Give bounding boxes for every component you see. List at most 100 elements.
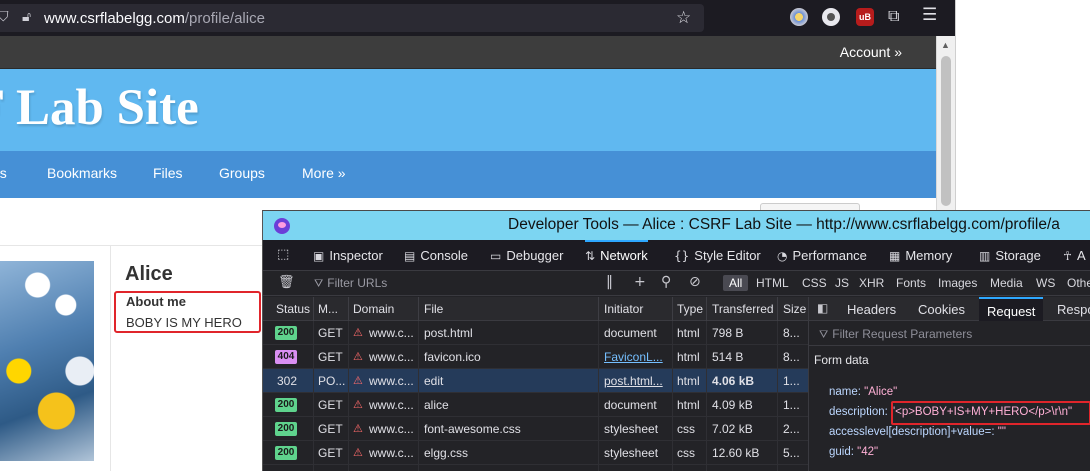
request-initiator: document xyxy=(604,398,657,412)
tab-cookies[interactable]: Cookies xyxy=(918,302,965,317)
tab-performance[interactable]: ◔ Performance xyxy=(777,240,867,271)
shield-icon[interactable]: ⛉ xyxy=(0,9,9,25)
request-type: html xyxy=(677,398,700,412)
nav-item-files[interactable]: Files xyxy=(153,165,183,181)
column-file[interactable]: File xyxy=(424,302,594,316)
url-text[interactable]: www.csrflabelgg.com/profile/alice xyxy=(44,10,265,27)
site-title[interactable]: F Lab Site xyxy=(0,79,199,137)
column-transferred[interactable]: Transferred xyxy=(712,302,778,316)
request-domain: www.c... xyxy=(369,398,414,412)
extensions-puzzle-icon[interactable]: ⧉ xyxy=(888,6,906,25)
tab-inspector[interactable]: ▣ Inspector xyxy=(313,240,383,271)
type-filter-js[interactable]: JS xyxy=(835,276,849,290)
table-row-selected[interactable]: 302 PO... ⚠︎ www.c... edit post.html... … xyxy=(263,369,808,393)
devtools-window: Developer Tools — Alice : CSRF Lab Site … xyxy=(262,210,1090,471)
search-icon[interactable]: ⚲ xyxy=(661,274,671,290)
tab-memory[interactable]: ▦ Memory xyxy=(889,240,952,271)
request-initiator-link[interactable]: post.html... xyxy=(604,374,670,388)
column-initiator[interactable]: Initiator xyxy=(604,302,672,316)
type-filter-all[interactable]: All xyxy=(723,275,749,291)
devtools-titlebar[interactable]: Developer Tools — Alice : CSRF Lab Site … xyxy=(263,211,1090,240)
tab-style-editor[interactable]: {} Style Editor xyxy=(674,240,761,271)
request-method: GET xyxy=(318,398,343,412)
type-filter-other[interactable]: Othe xyxy=(1067,276,1090,290)
request-domain: www.c... xyxy=(369,326,414,340)
inspector-icon: ▣ xyxy=(313,249,325,263)
element-picker-icon[interactable]: ⬚ xyxy=(277,247,289,262)
request-transferred: 12.60 kB xyxy=(712,446,760,460)
record-icon[interactable] xyxy=(822,8,840,26)
about-me-highlight: About me BOBY IS MY HERO xyxy=(114,291,261,333)
type-filter-xhr[interactable]: XHR xyxy=(859,276,884,290)
address-bar[interactable]: ⛉ 🔓︎ www.csrflabelgg.com/profile/alice ☆ xyxy=(0,4,704,32)
status-badge: 302 xyxy=(277,374,298,388)
request-transferred: 4.06 kB xyxy=(712,374,755,388)
form-field-guid[interactable]: guid: "42" xyxy=(829,446,878,458)
page-scrollbar[interactable]: ▲ xyxy=(936,36,955,210)
request-type: css xyxy=(677,422,695,436)
browser-toolbar: ⛉ 🔓︎ www.csrflabelgg.com/profile/alice ☆… xyxy=(0,0,955,36)
nav-item-groups[interactable]: Groups xyxy=(219,165,265,181)
tab-headers[interactable]: Headers xyxy=(847,302,896,317)
scroll-up-icon[interactable]: ▲ xyxy=(941,40,950,50)
column-method[interactable]: M... xyxy=(318,302,346,316)
nav-item-blogs[interactable]: gs xyxy=(0,165,7,181)
lock-icon[interactable]: 🔓︎ xyxy=(22,9,31,25)
type-filter-ws[interactable]: WS xyxy=(1036,276,1055,290)
divider xyxy=(110,246,111,471)
form-field-name[interactable]: name: "Alice" xyxy=(829,386,897,398)
scroll-thumb[interactable] xyxy=(941,56,951,206)
request-domain: www.c... xyxy=(369,350,414,364)
request-type: html xyxy=(677,350,700,364)
table-row[interactable]: 200 GET ⚠︎ www.c... font-awesome.css sty… xyxy=(263,417,808,441)
request-domain: www.c... xyxy=(369,422,414,436)
filter-request-parameters-input[interactable]: ⛛ Filter Request Parameters xyxy=(809,321,1090,346)
insecure-icon: ⚠︎ xyxy=(353,446,363,459)
style-editor-icon: {} xyxy=(674,249,690,263)
request-initiator: stylesheet xyxy=(604,422,659,436)
trash-icon[interactable]: 🗑︎ xyxy=(278,275,295,290)
block-icon[interactable]: ⊘ xyxy=(689,274,701,290)
account-link[interactable]: Account » xyxy=(840,44,902,60)
tab-request[interactable]: Request xyxy=(979,297,1044,321)
type-filter-images[interactable]: Images xyxy=(938,276,977,290)
table-row[interactable]: 200 GET ⚠︎ www.c... post.html document h… xyxy=(263,321,808,345)
filter-urls-input[interactable]: ⛛ Filter URLs xyxy=(314,276,387,291)
request-size: 1... xyxy=(783,398,800,412)
type-filter-media[interactable]: Media xyxy=(990,276,1023,290)
extension-icon[interactable] xyxy=(790,8,808,26)
request-initiator-link[interactable]: FaviconL... xyxy=(604,350,670,364)
nav-item-more[interactable]: More » xyxy=(302,165,346,181)
tab-storage[interactable]: ▥ Storage xyxy=(979,240,1041,271)
about-me-label: About me xyxy=(126,294,186,309)
accessibility-icon: ☥ xyxy=(1063,249,1072,263)
table-row[interactable]: 404 GET ⚠︎ www.c... favicon.ico FaviconL… xyxy=(263,345,808,369)
column-domain[interactable]: Domain xyxy=(353,302,413,316)
form-field-accesslevel[interactable]: accesslevel[description]+value=: "" xyxy=(829,426,1006,438)
hamburger-menu-icon[interactable]: ☰ xyxy=(922,5,940,25)
tab-response[interactable]: Respo xyxy=(1057,302,1090,317)
table-row[interactable]: 200 GET ⚠︎ www.c... elgg.css stylesheet … xyxy=(263,441,808,465)
avatar[interactable] xyxy=(0,261,94,461)
request-method: PO... xyxy=(318,374,346,388)
ublock-icon[interactable]: uB xyxy=(856,8,874,26)
request-file: elgg.css xyxy=(424,446,469,460)
column-type[interactable]: Type xyxy=(677,302,707,316)
tab-accessibility[interactable]: ☥ A xyxy=(1063,240,1086,271)
nav-item-bookmarks[interactable]: Bookmarks xyxy=(47,165,117,181)
toggle-panel-icon[interactable]: ◧ xyxy=(817,301,828,315)
status-badge: 200 xyxy=(275,422,297,436)
add-icon[interactable]: + xyxy=(634,274,646,290)
bookmark-star-icon[interactable]: ☆ xyxy=(676,8,691,28)
pause-icon[interactable]: ‖ xyxy=(606,274,613,290)
type-filter-fonts[interactable]: Fonts xyxy=(896,276,926,290)
column-status[interactable]: Status xyxy=(276,302,312,316)
tab-console[interactable]: ▤ Console xyxy=(404,240,468,271)
request-file: font-awesome.css xyxy=(424,422,521,436)
type-filter-css[interactable]: CSS xyxy=(802,276,827,290)
tab-debugger[interactable]: ▭ Debugger xyxy=(490,240,563,271)
type-filter-html[interactable]: HTML xyxy=(756,276,789,290)
table-row[interactable]: 200 GET ⚠︎ www.c... alice document html … xyxy=(263,393,808,417)
column-size[interactable]: Size xyxy=(783,302,807,316)
tab-network[interactable]: ⇅ Network xyxy=(585,240,648,271)
